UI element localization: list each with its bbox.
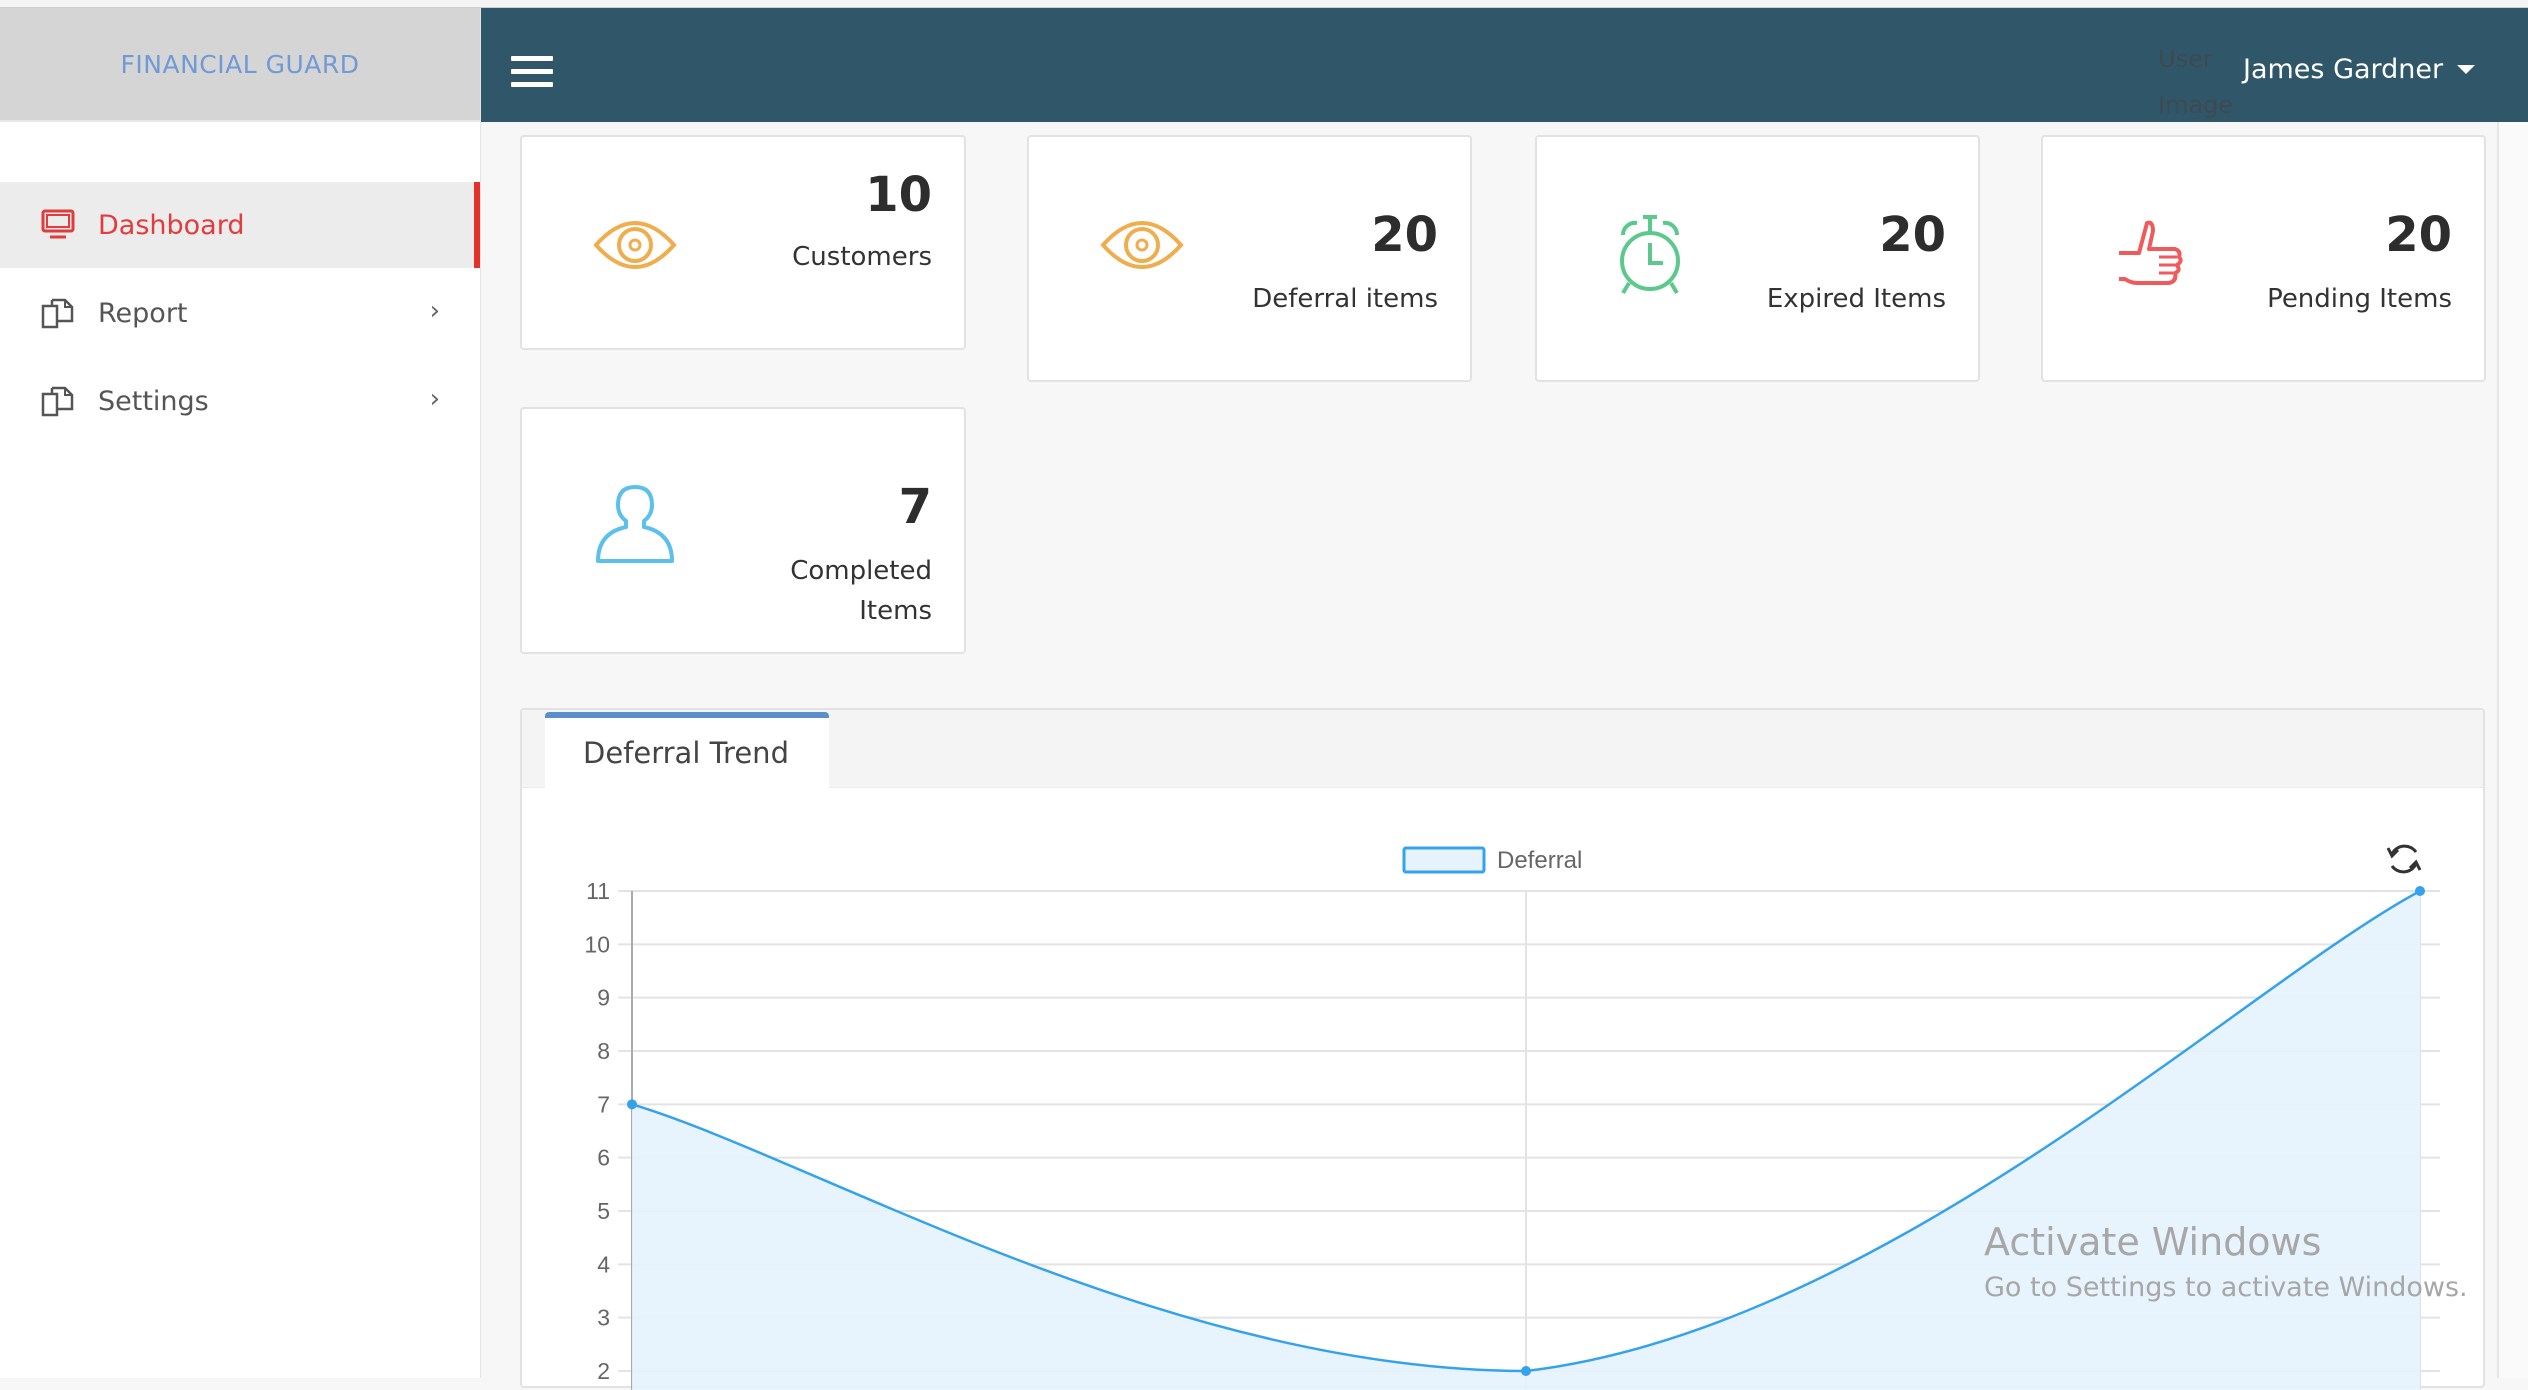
documents-icon [40, 297, 76, 329]
stat-card-deferral-items[interactable]: 20 Deferral items [1027, 135, 1472, 382]
stat-card-expired-items[interactable]: 20 Expired Items [1535, 135, 1980, 382]
stat-label: Customers [792, 242, 932, 272]
alarm-clock-icon [1607, 213, 1693, 299]
stat-value: 20 [1879, 207, 1946, 263]
y-tick-label: 10 [584, 931, 610, 957]
sidebar-item-label: Report [98, 297, 188, 329]
page-scrollbar[interactable] [2497, 122, 2528, 1378]
top-navbar: User Image James Gardner [481, 8, 2528, 122]
user-menu-dropdown[interactable]: James Gardner [2243, 54, 2476, 85]
y-tick-label: 11 [586, 878, 610, 904]
hamburger-menu-icon[interactable] [511, 56, 553, 88]
stat-label: Completed Items [790, 556, 932, 626]
stat-label: Pending Items [2267, 284, 2452, 314]
sidebar: FINANCIAL GUARD Dashboard Report › Setti… [0, 8, 481, 1378]
documents-icon [40, 385, 76, 417]
chart-legend[interactable]: Deferral [1402, 846, 1582, 874]
stat-card-customers[interactable]: 10 Customers [520, 135, 966, 350]
user-avatar[interactable]: User Image [2158, 36, 2238, 128]
sidebar-item-report[interactable]: Report › [0, 270, 480, 356]
data-point[interactable] [627, 1099, 637, 1110]
stat-label: Deferral items [1252, 284, 1438, 314]
monitor-icon [40, 209, 76, 241]
chevron-right-icon: › [429, 384, 440, 414]
y-tick-label: 5 [597, 1198, 610, 1224]
y-tick-label: 9 [597, 985, 610, 1011]
y-tick-label: 7 [597, 1091, 610, 1117]
user-name: James Gardner [2243, 54, 2444, 85]
eye-icon [592, 215, 678, 301]
y-tick-label: 4 [597, 1251, 610, 1277]
eye-icon [1099, 215, 1185, 301]
sidebar-item-label: Dashboard [98, 209, 245, 241]
legend-label: Deferral [1497, 847, 1582, 874]
data-point[interactable] [1521, 1366, 1531, 1376]
panel-tabs: Deferral Trend [522, 710, 2483, 789]
stat-value: 20 [1371, 207, 1438, 263]
refresh-icon[interactable] [2386, 844, 2422, 874]
y-tick-label: 8 [597, 1038, 610, 1064]
y-tick-label: 2 [597, 1358, 610, 1384]
app-logo[interactable]: FINANCIAL GUARD [0, 8, 480, 122]
stat-value: 7 [898, 479, 932, 535]
sidebar-nav: Dashboard Report › Settings › [0, 182, 480, 444]
browser-top-strip [0, 0, 2528, 8]
legend-swatch [1402, 846, 1486, 874]
caret-down-icon [2457, 65, 2476, 74]
deferral-trend-panel: Deferral Trend 2 3 4 5 6 7 8 9 10 11 Deferral Act… [520, 708, 2485, 1390]
chevron-right-icon: › [429, 296, 440, 326]
data-point[interactable] [2415, 886, 2425, 896]
sidebar-item-dashboard[interactable]: Dashboard [0, 182, 480, 268]
tab-deferral-trend[interactable]: Deferral Trend [545, 712, 829, 789]
thumbs-up-icon [2113, 213, 2199, 299]
y-tick-label: 6 [597, 1145, 610, 1171]
windows-activation-title: Activate Windows [1984, 1220, 2322, 1264]
stat-label: Expired Items [1766, 284, 1946, 314]
stat-value: 20 [2385, 207, 2452, 263]
y-tick-label: 3 [597, 1305, 610, 1331]
stat-card-completed-items[interactable]: 7 Completed Items [520, 407, 966, 654]
user-icon [592, 481, 678, 567]
stat-card-pending-items[interactable]: 20 Pending Items [2041, 135, 2486, 382]
sidebar-item-label: Settings [98, 385, 209, 417]
windows-activation-subtitle: Go to Settings to activate Windows. [1984, 1272, 2468, 1303]
stat-value: 10 [865, 167, 932, 223]
sidebar-item-settings[interactable]: Settings › [0, 358, 480, 444]
